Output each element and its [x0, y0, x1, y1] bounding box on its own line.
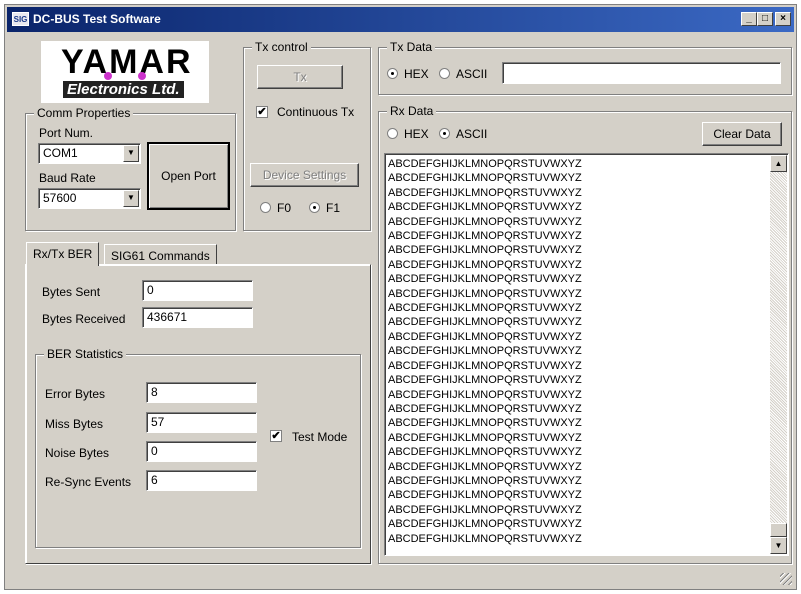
tx-data-input[interactable]	[502, 62, 781, 84]
rx-data-line: ABCDEFGHIJKLMNOPQRSTUVWXYZ	[388, 158, 582, 170]
bytes-sent-field[interactable]: 0	[142, 280, 253, 301]
rx-data-label: Rx Data	[387, 104, 437, 118]
tx-button[interactable]: Tx	[257, 65, 343, 89]
comm-properties-label: Comm Properties	[34, 106, 134, 120]
tx-ascii-radio[interactable]	[439, 68, 450, 79]
tx-ascii-label: ASCII	[456, 67, 488, 81]
bytes-sent-label: Bytes Sent	[42, 285, 101, 299]
tx-hex-radio[interactable]	[387, 68, 398, 79]
rx-data-line: ABCDEFGHIJKLMNOPQRSTUVWXYZ	[388, 518, 582, 531]
tab-sig61-commands[interactable]: SIG61 Commands	[104, 244, 217, 265]
rx-ascii-radio[interactable]	[439, 128, 450, 139]
rx-data-line: ABCDEFGHIJKLMNOPQRSTUVWXYZ	[388, 489, 582, 502]
rx-data-line: ABCDEFGHIJKLMNOPQRSTUVWXYZ	[388, 244, 582, 257]
scroll-thumb[interactable]	[770, 523, 787, 537]
rx-data-line: ABCDEFGHIJKLMNOPQRSTUVWXYZ	[388, 287, 582, 300]
ber-statistics-label: BER Statistics	[44, 347, 127, 361]
rx-data-line: ABCDEFGHIJKLMNOPQRSTUVWXYZ	[388, 503, 582, 516]
maximize-button[interactable]: □	[757, 12, 773, 26]
rx-data-line: ABCDEFGHIJKLMNOPQRSTUVWXYZ	[388, 172, 582, 185]
continuous-tx-checkbox[interactable]: ✔	[256, 106, 268, 118]
port-num-select[interactable]: COM1 ▼	[38, 143, 141, 164]
rx-data-line: ABCDEFGHIJKLMNOPQRSTUVWXYZ	[388, 374, 582, 387]
rx-data-line: ABCDEFGHIJKLMNOPQRSTUVWXYZ	[388, 273, 582, 286]
device-settings-button[interactable]: Device Settings	[250, 163, 359, 187]
resize-grip-icon[interactable]	[780, 573, 792, 585]
rx-data-line: ABCDEFGHIJKLMNOPQRSTUVWXYZ	[388, 302, 582, 315]
clear-data-button[interactable]: Clear Data	[702, 122, 782, 146]
baud-rate-select[interactable]: 57600 ▼	[38, 188, 141, 209]
bytes-received-label: Bytes Received	[42, 312, 126, 326]
rx-data-line: ABCDEFGHIJKLMNOPQRSTUVWXYZ	[388, 417, 582, 430]
minimize-button[interactable]: _	[741, 12, 757, 26]
rx-data-line: ABCDEFGHIJKLMNOPQRSTUVWXYZ	[388, 388, 582, 401]
rx-data-line: ABCDEFGHIJKLMNOPQRSTUVWXYZ	[388, 460, 582, 473]
baud-rate-label: Baud Rate	[39, 171, 96, 185]
logo-dot-2	[138, 72, 146, 80]
rx-hex-label: HEX	[404, 127, 429, 141]
yamar-logo: YAMAR Electronics Ltd.	[41, 41, 209, 103]
chevron-down-icon[interactable]: ▼	[123, 145, 139, 162]
f0-radio[interactable]	[260, 202, 271, 213]
tx-data-label: Tx Data	[387, 40, 436, 54]
tx-hex-label: HEX	[404, 67, 429, 81]
test-mode-label: Test Mode	[292, 430, 348, 444]
rx-data-line: ABCDEFGHIJKLMNOPQRSTUVWXYZ	[388, 359, 582, 372]
miss-bytes-field[interactable]: 57	[146, 412, 257, 433]
rx-data-line: ABCDEFGHIJKLMNOPQRSTUVWXYZ	[388, 215, 582, 228]
rx-data-lines: ABCDEFGHIJKLMNOPQRSTUVWXYZ ABCDEFGHIJKLMN…	[388, 157, 582, 546]
app-icon[interactable]: SIG	[12, 12, 29, 26]
re-sync-events-field[interactable]: 6	[146, 470, 257, 491]
rx-data-line: ABCDEFGHIJKLMNOPQRSTUVWXYZ	[388, 446, 582, 459]
f0-label: F0	[277, 201, 292, 215]
rx-data-textarea[interactable]: ABCDEFGHIJKLMNOPQRSTUVWXYZ ABCDEFGHIJKLMN…	[384, 153, 789, 556]
open-port-button[interactable]: Open Port	[147, 142, 230, 210]
continuous-tx-label: Continuous Tx	[277, 105, 355, 119]
error-bytes-field[interactable]: 8	[146, 382, 257, 403]
logo-dot-1	[104, 72, 112, 80]
title-bar[interactable]: SIG DC-BUS Test Software _ □ ×	[7, 7, 794, 32]
bytes-received-field[interactable]: 436671	[142, 307, 253, 328]
rx-data-line: ABCDEFGHIJKLMNOPQRSTUVWXYZ	[388, 258, 582, 271]
noise-bytes-label: Noise Bytes	[45, 446, 110, 460]
tx-control-label: Tx control	[252, 40, 311, 54]
f1-label: F1	[326, 201, 341, 215]
app-window: SIG DC-BUS Test Software _ □ × YAMAR Ele…	[4, 4, 797, 590]
port-num-label: Port Num.	[39, 126, 94, 140]
scroll-down-icon[interactable]: ▼	[770, 537, 787, 554]
rx-data-line: ABCDEFGHIJKLMNOPQRSTUVWXYZ	[388, 474, 582, 487]
rx-data-line: ABCDEFGHIJKLMNOPQRSTUVWXYZ	[388, 345, 582, 358]
miss-bytes-label: Miss Bytes	[45, 417, 104, 431]
rx-data-line: ABCDEFGHIJKLMNOPQRSTUVWXYZ	[388, 186, 582, 199]
rx-data-line: ABCDEFGHIJKLMNOPQRSTUVWXYZ	[388, 431, 582, 444]
chevron-down-icon[interactable]: ▼	[123, 190, 139, 207]
window-title: DC-BUS Test Software	[33, 12, 161, 26]
test-mode-checkbox[interactable]: ✔	[270, 430, 282, 442]
rx-data-line: ABCDEFGHIJKLMNOPQRSTUVWXYZ	[388, 532, 582, 545]
noise-bytes-field[interactable]: 0	[146, 441, 257, 462]
rx-data-line: ABCDEFGHIJKLMNOPQRSTUVWXYZ	[388, 230, 582, 243]
rx-data-line: ABCDEFGHIJKLMNOPQRSTUVWXYZ	[388, 201, 582, 214]
logo-subtitle: Electronics Ltd.	[63, 81, 184, 98]
port-num-value: COM1	[43, 146, 78, 160]
rx-vertical-scrollbar[interactable]: ▲ ▼	[770, 155, 787, 554]
baud-rate-value: 57600	[43, 191, 77, 205]
logo-wordmark: YAMAR	[61, 43, 193, 81]
f1-radio[interactable]	[309, 202, 320, 213]
tab-rx-tx-ber[interactable]: Rx/Tx BER	[26, 242, 100, 266]
rx-data-line: ABCDEFGHIJKLMNOPQRSTUVWXYZ	[388, 316, 582, 329]
rx-hex-radio[interactable]	[387, 128, 398, 139]
close-button[interactable]: ×	[775, 12, 791, 26]
rx-data-line: ABCDEFGHIJKLMNOPQRSTUVWXYZ	[388, 402, 582, 415]
re-sync-events-label: Re-Sync Events	[45, 475, 132, 489]
scroll-up-icon[interactable]: ▲	[770, 155, 787, 172]
rx-ascii-label: ASCII	[456, 127, 488, 141]
error-bytes-label: Error Bytes	[45, 387, 106, 401]
rx-data-line: ABCDEFGHIJKLMNOPQRSTUVWXYZ	[388, 330, 582, 343]
